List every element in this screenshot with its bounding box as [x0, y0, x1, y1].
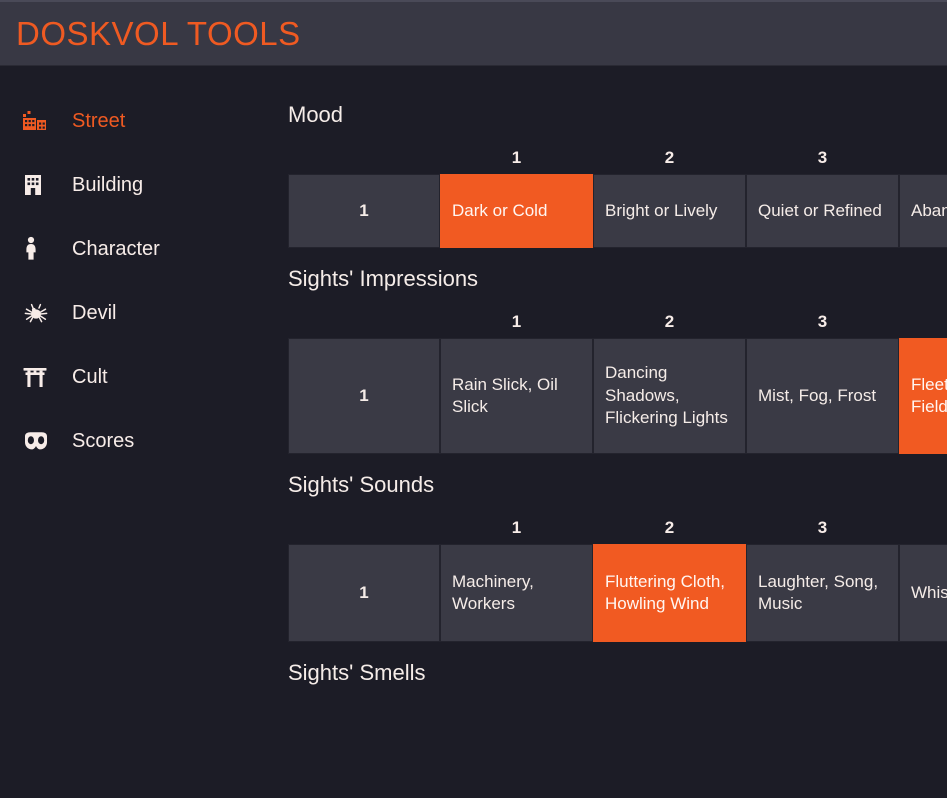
- cell-text: Quiet or Refined: [758, 200, 882, 220]
- sidebar-item-cult[interactable]: Cult: [0, 360, 288, 394]
- app-header: DOSKVOL TOOLS: [0, 0, 947, 66]
- table-cell[interactable]: Fluttering Cloth, Howling Wind: [593, 544, 746, 642]
- domino-mask-icon: [22, 426, 56, 456]
- torii-gate-icon: [22, 362, 56, 392]
- sidebar-item-label: Scores: [72, 430, 135, 452]
- column-header: 3: [817, 518, 828, 537]
- cell-text: Dancing Shadows, Flickering Lights: [605, 363, 728, 428]
- cell-text: Mist, Fog, Frost: [758, 385, 877, 405]
- building-icon: [22, 170, 56, 200]
- column-header-spacer: [288, 519, 440, 536]
- section-sights-smells: Sights' Smells: [288, 662, 947, 684]
- cell-text: Fleet Shap in th Field: [911, 374, 947, 416]
- sidebar-item-label: Devil: [72, 302, 117, 324]
- column-header-spacer: [288, 149, 440, 166]
- table-cell[interactable]: Whis Echo Stran: [899, 544, 947, 642]
- sidebar-item-label: Cult: [72, 366, 108, 388]
- cell-text: Fluttering Cloth, Howling Wind: [605, 571, 725, 613]
- table-cell[interactable]: Fleet Shap in th Field: [899, 338, 947, 454]
- table-row: 1 Rain Slick, Oil Slick Dancing Shadows,…: [288, 338, 947, 454]
- column-header: 1: [511, 518, 522, 537]
- person-icon: [22, 234, 56, 264]
- section-title: Sights' Sounds: [288, 472, 435, 497]
- city-buildings-icon: [22, 106, 56, 136]
- body-area: Street Building Character Devil Cult Sco…: [0, 66, 947, 798]
- column-header-row: 1 2 3: [288, 519, 947, 536]
- cell-text: Aban Decr: [911, 200, 947, 220]
- sidebar: Street Building Character Devil Cult Sco…: [0, 66, 288, 798]
- cell-text: Machinery, Workers: [452, 571, 534, 613]
- cell-text: Laughter, Song, Music: [758, 571, 879, 613]
- sidebar-item-label: Character: [72, 238, 160, 260]
- section-sights-sounds: Sights' Sounds 1 2 3 1 Machinery, Worker…: [288, 474, 947, 642]
- spider-icon: [22, 298, 56, 328]
- section-mood: Mood 1 2 3 1 Dark or Cold Bright or Live…: [288, 104, 947, 248]
- page-title: DOSKVOL TOOLS: [16, 15, 301, 52]
- sidebar-item-street[interactable]: Street: [0, 104, 288, 138]
- cell-text: Bright or Lively: [605, 200, 718, 220]
- column-header-row: 1 2 3: [288, 149, 947, 166]
- table-cell[interactable]: Quiet or Refined: [746, 174, 899, 248]
- section-title: Sights' Impressions: [288, 266, 479, 291]
- cell-text: Dark or Cold: [452, 200, 548, 220]
- table-cell[interactable]: Bright or Lively: [593, 174, 746, 248]
- column-header-row: 1 2 3: [288, 313, 947, 330]
- row-label: 1: [288, 174, 440, 248]
- sidebar-item-label: Building: [72, 174, 144, 196]
- row-label: 1: [288, 338, 440, 454]
- section-title: Sights' Smells: [288, 660, 426, 685]
- row-label: 1: [288, 544, 440, 642]
- table-cell[interactable]: Mist, Fog, Frost: [746, 338, 899, 454]
- column-header: 2: [664, 518, 675, 537]
- sidebar-item-label: Street: [72, 110, 126, 132]
- column-header: 2: [664, 148, 675, 167]
- table-cell[interactable]: Laughter, Song, Music: [746, 544, 899, 642]
- sidebar-item-devil[interactable]: Devil: [0, 296, 288, 330]
- main-content: Mood 1 2 3 1 Dark or Cold Bright or Live…: [288, 66, 947, 798]
- table-cell[interactable]: Rain Slick, Oil Slick: [440, 338, 593, 454]
- column-header: 1: [511, 148, 522, 167]
- table-cell[interactable]: Dancing Shadows, Flickering Lights: [593, 338, 746, 454]
- table-row: 1 Machinery, Workers Fluttering Cloth, H…: [288, 544, 947, 642]
- cell-text: Rain Slick, Oil Slick: [452, 374, 558, 416]
- table-cell[interactable]: Dark or Cold: [440, 174, 593, 248]
- table-row: 1 Dark or Cold Bright or Lively Quiet or…: [288, 174, 947, 248]
- column-header: 1: [511, 312, 522, 331]
- app-root: DOSKVOL TOOLS Street Building Character …: [0, 0, 947, 798]
- column-header: 3: [817, 312, 828, 331]
- table-cell[interactable]: Aban Decr: [899, 174, 947, 248]
- sidebar-item-scores[interactable]: Scores: [0, 424, 288, 458]
- column-header-spacer: [288, 313, 440, 330]
- table-cell[interactable]: Machinery, Workers: [440, 544, 593, 642]
- sidebar-item-character[interactable]: Character: [0, 232, 288, 266]
- column-header: 2: [664, 312, 675, 331]
- section-sights-impressions: Sights' Impressions 1 2 3 1 Rain Slick, …: [288, 268, 947, 454]
- sidebar-item-building[interactable]: Building: [0, 168, 288, 202]
- section-title: Mood: [288, 102, 344, 127]
- column-header: 3: [817, 148, 828, 167]
- cell-text: Whis Echo Stran: [911, 582, 947, 602]
